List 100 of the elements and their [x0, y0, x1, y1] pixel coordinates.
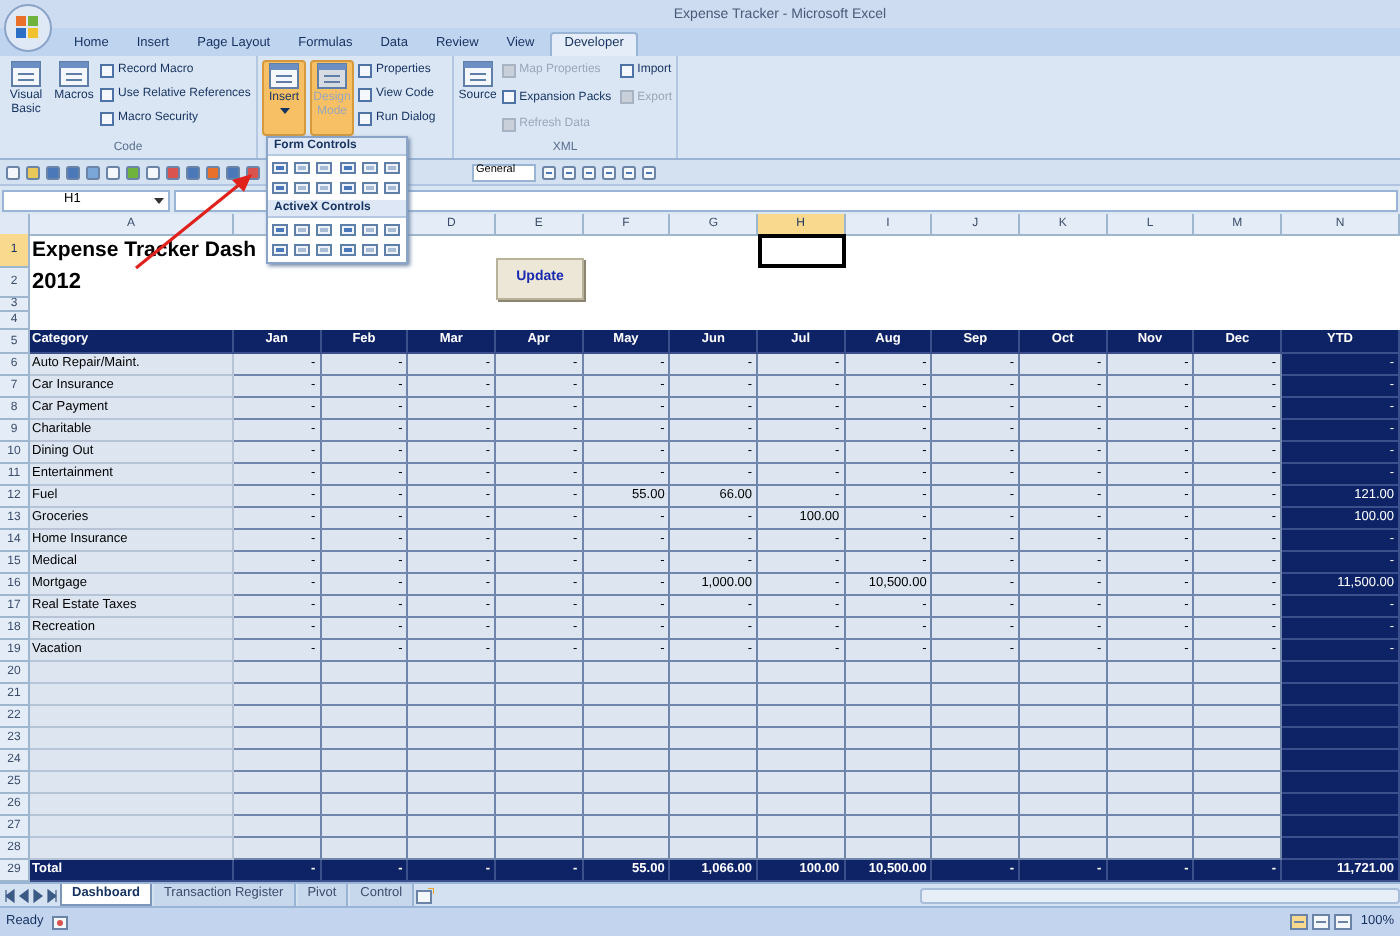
table-cell	[321, 684, 409, 706]
table-cell	[496, 684, 584, 706]
table-cell	[845, 750, 933, 772]
table-cell	[758, 794, 846, 816]
table-cell	[1107, 706, 1195, 728]
table-cell	[758, 750, 846, 772]
horizontal-scrollbar[interactable]	[920, 887, 1400, 903]
table-cell	[670, 706, 758, 728]
table-cell	[845, 838, 933, 860]
table-cell	[1194, 838, 1282, 860]
table-cell	[1194, 662, 1282, 684]
table-cell	[845, 728, 933, 750]
table-cell	[496, 794, 584, 816]
navigation-arrow-icon[interactable]	[46, 887, 58, 903]
table-cell	[670, 772, 758, 794]
table-cell	[496, 662, 584, 684]
table-cell	[321, 750, 409, 772]
view-icon[interactable]	[1334, 914, 1353, 930]
active-cell[interactable]	[758, 234, 846, 268]
table-cell	[496, 772, 584, 794]
table-cell	[408, 684, 496, 706]
window-icon	[268, 62, 300, 90]
table-cell	[234, 838, 322, 860]
table-cell	[1282, 794, 1400, 816]
table-cell	[408, 750, 496, 772]
window-icon	[461, 60, 494, 88]
table-cell	[583, 838, 671, 860]
table-cell	[234, 750, 322, 772]
toolbar-icon[interactable]	[562, 165, 576, 179]
table-cell	[758, 838, 846, 860]
table-cell	[1107, 728, 1195, 750]
table-cell	[845, 662, 933, 684]
new-sheet-icon[interactable]	[416, 887, 435, 903]
toolbar-icon[interactable]	[622, 165, 636, 179]
table-cell	[932, 838, 1020, 860]
table-cell	[1107, 816, 1195, 838]
table-cell	[321, 662, 409, 684]
table-cell	[1020, 662, 1108, 684]
record-macro-icon[interactable]	[51, 915, 68, 929]
table-cell	[234, 772, 322, 794]
toolbar-icon[interactable]	[582, 165, 596, 179]
table-cell	[932, 706, 1020, 728]
table-cell	[1107, 772, 1195, 794]
table-cell	[408, 728, 496, 750]
table-cell	[583, 662, 671, 684]
table-cell	[496, 750, 584, 772]
table-cell	[583, 728, 671, 750]
table-cell	[932, 684, 1020, 706]
table-cell	[845, 794, 933, 816]
table-cell	[932, 662, 1020, 684]
table-cell	[408, 772, 496, 794]
table-cell	[321, 838, 409, 860]
table-cell	[758, 684, 846, 706]
table-cell	[321, 728, 409, 750]
table-cell	[758, 706, 846, 728]
table-cell	[670, 838, 758, 860]
table-cell	[670, 662, 758, 684]
table-cell	[1020, 816, 1108, 838]
caret-icon	[154, 197, 164, 203]
table-cell	[583, 706, 671, 728]
table-cell	[845, 816, 933, 838]
table-cell	[408, 706, 496, 728]
table-cell	[234, 816, 322, 838]
table-cell	[1020, 728, 1108, 750]
table-cell	[408, 662, 496, 684]
table-cell	[1282, 684, 1400, 706]
table-cell	[1282, 706, 1400, 728]
table-cell	[670, 816, 758, 838]
table-cell	[496, 728, 584, 750]
table-cell	[1107, 684, 1195, 706]
table-cell	[1194, 684, 1282, 706]
table-cell	[1107, 838, 1195, 860]
window-icon	[58, 60, 90, 88]
table-cell	[1107, 750, 1195, 772]
toolbar-icon[interactable]	[542, 165, 556, 179]
table-cell	[1282, 728, 1400, 750]
table-cell	[234, 728, 322, 750]
table-cell	[321, 816, 409, 838]
toolbar-icon[interactable]	[642, 165, 656, 179]
table-cell	[1194, 772, 1282, 794]
view-icon[interactable]	[1290, 914, 1309, 930]
toolbar-icon[interactable]	[602, 165, 616, 179]
table-cell	[845, 772, 933, 794]
table-cell	[932, 750, 1020, 772]
window-icon	[10, 60, 42, 88]
formula-input[interactable]	[174, 189, 1398, 211]
table-cell	[1194, 794, 1282, 816]
window-icon	[316, 62, 348, 90]
table-cell	[408, 794, 496, 816]
table-cell	[496, 706, 584, 728]
view-icon[interactable]	[1312, 914, 1331, 930]
table-cell	[1020, 684, 1108, 706]
table-cell	[758, 662, 846, 684]
navigation-arrow-icon[interactable]	[4, 887, 16, 903]
table-cell	[496, 838, 584, 860]
table-cell	[583, 794, 671, 816]
table-cell	[1282, 662, 1400, 684]
table-cell	[1020, 706, 1108, 728]
table-cell	[932, 794, 1020, 816]
table-cell	[321, 772, 409, 794]
